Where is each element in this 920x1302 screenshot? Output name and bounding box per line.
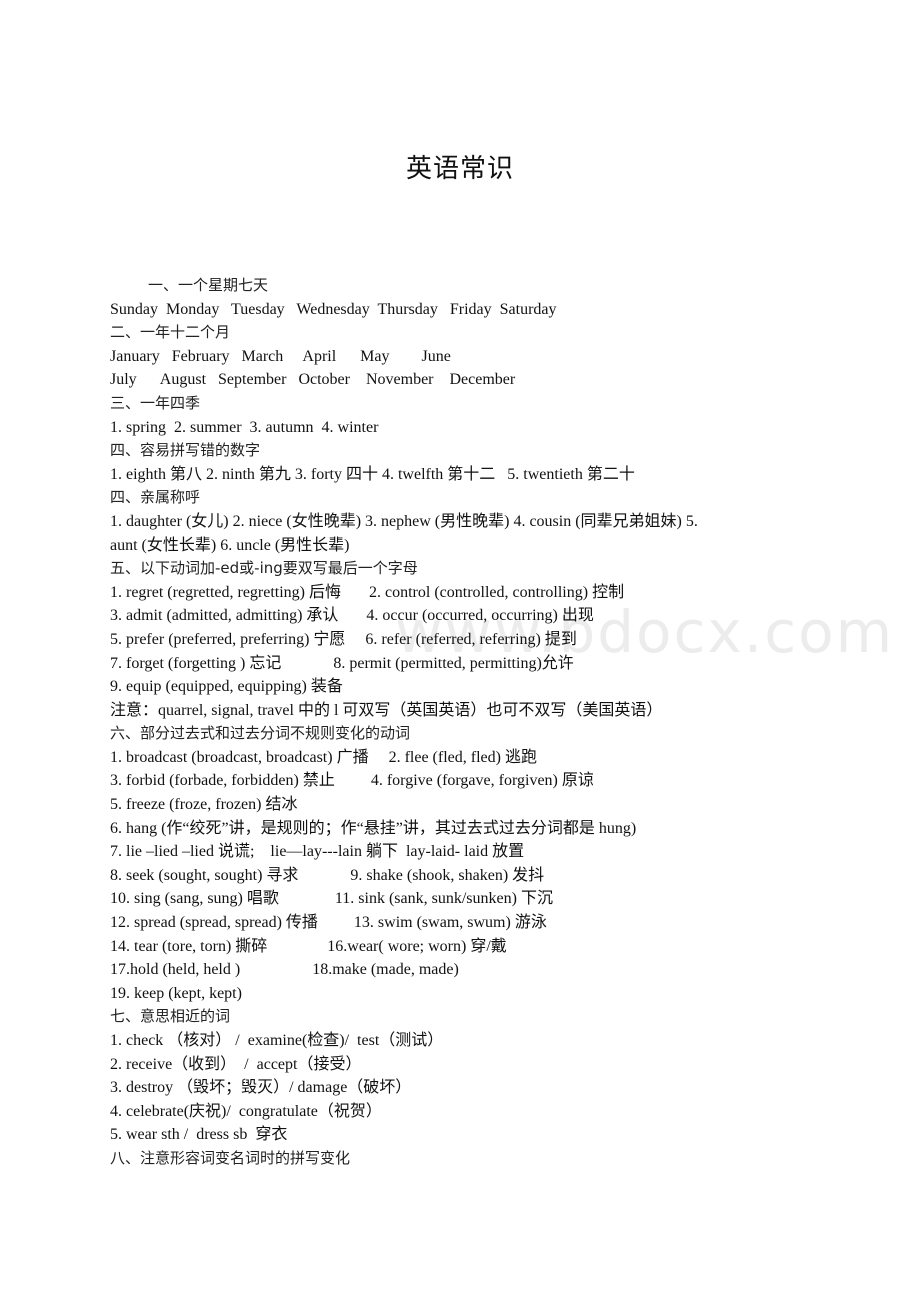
text-line: 12. spread (spread, spread) 传播 13. swim … (110, 914, 547, 932)
text-line: 19. keep (kept, kept) (110, 984, 242, 1002)
section-heading: 二、一年十二个月 (110, 323, 231, 342)
text-line: 4. celebrate(庆祝)/ congratulate（祝贺） (110, 1102, 382, 1120)
text-line: 1. regret (regretted, regretting) 后悔 2. … (110, 583, 625, 601)
text-line: 17.hold (held, held ) 18.make (made, mad… (110, 961, 459, 979)
text-line: 5. wear sth / dress sb 穿衣 (110, 1126, 288, 1144)
document-title: 英语常识 (405, 154, 514, 184)
text-line: 3. destroy （毁坏；毁灭）/ damage（破坏） (110, 1079, 412, 1097)
section-heading: 六、部分过去式和过去分词不规则变化的动词 (110, 724, 411, 743)
text-line: July August September October November D… (110, 371, 516, 389)
text-line: 10. sing (sang, sung) 唱歌 11. sink (sank,… (110, 890, 553, 908)
text-line: 注意：quarrel, signal, travel 中的 l 可双写（英国英语… (110, 701, 663, 719)
text-line: 1. eighth 第八 2. ninth 第九 3. forty 四十 4. … (110, 465, 635, 483)
text-line: 1. broadcast (broadcast, broadcast) 广播 2… (110, 748, 537, 766)
text-line: 9. equip (equipped, equipping) 装备 (110, 678, 343, 696)
text-line: 1. check （核对） / examine(检查)/ test（测试） (110, 1032, 444, 1049)
text-line: Sunday Monday Tuesday Wednesday Thursday… (110, 300, 557, 318)
section-heading: 五、以下动词加-ed或-ing要双写最后一个字母 (110, 559, 418, 578)
text-line: 5. freeze (froze, frozen) 结冰 (110, 796, 298, 814)
text-line: 3. forbid (forbade, forbidden) 禁止 4. for… (110, 772, 594, 790)
text-line: 3. admit (admitted, admitting) 承认 4. occ… (110, 607, 594, 625)
section-heading: 四、容易拼写错的数字 (110, 441, 261, 460)
text-line: 1. spring 2. summer 3. autumn 4. winter (110, 418, 379, 436)
text-line: 6. hang (作“绞死”讲，是规则的；作“悬挂”讲，其过去式过去分词都是 h… (110, 819, 637, 837)
section-heading: 七、意思相近的词 (110, 1007, 231, 1026)
text-line: 7. lie –lied –lied 说谎; lie—lay---lain 躺下… (110, 843, 525, 861)
text-line: 14. tear (tore, torn) 撕碎 16.wear( wore; … (110, 937, 507, 955)
document-body: 一、一个星期七天 Sunday Monday Tuesday Wednesday … (110, 274, 830, 1171)
text-line: 1. daughter (女儿) 2. niece (女性晚辈) 3. neph… (110, 512, 698, 530)
text-line: aunt (女性长辈) 6. uncle (男性长辈) (110, 536, 350, 554)
text-line: 2. receive（收到） / accept（接受） (110, 1055, 362, 1073)
section-heading: 一、一个星期七天 (148, 276, 269, 294)
section-heading: 三、一年四季 (110, 393, 201, 412)
text-line: January February March April May June (110, 347, 451, 365)
section-heading: 八、注意形容词变名词时的拼写变化 (110, 1148, 351, 1167)
section-heading: 四、亲属称呼 (110, 488, 201, 507)
text-line: 5. prefer (preferred, preferring) 宁愿 6. … (110, 630, 577, 648)
text-line: 7. forget (forgetting ) 忘记 8. permit (pe… (110, 654, 574, 672)
text-line: 8. seek (sought, sought) 寻求 9. shake (sh… (110, 866, 545, 884)
